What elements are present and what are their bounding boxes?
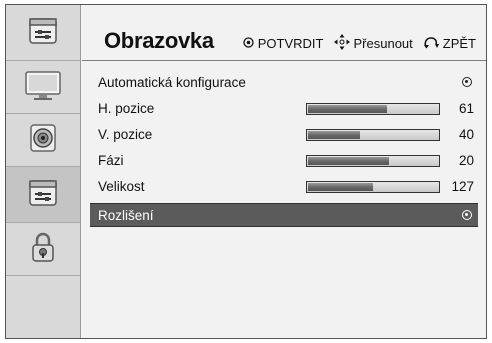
slider-value: 40 bbox=[458, 127, 474, 142]
h-position-slider[interactable] bbox=[306, 103, 440, 115]
radio-button[interactable] bbox=[462, 77, 472, 87]
menu-item-label: Rozlišení bbox=[98, 208, 154, 223]
arrows-move-icon bbox=[333, 34, 350, 53]
menu-item-label: Velikost bbox=[98, 179, 145, 194]
tv-picture-icon bbox=[23, 68, 63, 107]
padlock-icon bbox=[26, 230, 60, 269]
slider-fill bbox=[308, 105, 387, 113]
menu-item-resolution[interactable]: Rozlišení bbox=[90, 203, 478, 227]
slider-value: 20 bbox=[458, 153, 474, 168]
ok-button-icon bbox=[243, 36, 254, 51]
hint-back-label: ZPĚT bbox=[442, 36, 476, 51]
screen-settings-icon bbox=[26, 175, 60, 214]
slider-value: 127 bbox=[451, 179, 474, 194]
menu-item-label: H. pozice bbox=[98, 101, 155, 116]
speaker-audio-icon bbox=[26, 121, 60, 160]
sidebar-header-icon-cell bbox=[6, 5, 80, 61]
sidebar-item-lock[interactable] bbox=[6, 223, 80, 276]
v-position-slider[interactable] bbox=[306, 129, 440, 141]
hint-move-label: Přesunout bbox=[353, 36, 413, 51]
sidebar bbox=[6, 5, 81, 338]
size-slider[interactable] bbox=[306, 181, 440, 193]
sidebar-item-audio[interactable] bbox=[6, 114, 80, 167]
screen-settings-icon bbox=[26, 13, 60, 52]
sidebar-item-picture[interactable] bbox=[6, 61, 80, 114]
sidebar-item-screen[interactable] bbox=[6, 167, 80, 223]
menu-item-size[interactable]: Velikost 127 bbox=[90, 175, 478, 199]
slider-fill bbox=[308, 131, 360, 139]
slider-fill bbox=[308, 157, 389, 165]
key-hints: POTVRDIT Přesunout ZPĚT bbox=[243, 34, 476, 53]
menu-header: Obrazovka POTVRDIT Přesunout ZPĚT bbox=[82, 5, 486, 61]
sidebar-empty-slot bbox=[6, 276, 80, 340]
menu-content: Automatická konfigurace H. pozice 61 V. … bbox=[82, 61, 486, 338]
osd-menu: Obrazovka POTVRDIT Přesunout ZPĚT Automa… bbox=[5, 4, 487, 339]
menu-item-label: Fázi bbox=[98, 153, 124, 168]
slider-value: 61 bbox=[458, 101, 474, 116]
menu-item-auto-config[interactable]: Automatická konfigurace bbox=[90, 71, 478, 95]
menu-item-v-position[interactable]: V. pozice 40 bbox=[90, 123, 478, 147]
menu-item-label: Automatická konfigurace bbox=[98, 75, 246, 90]
slider-fill bbox=[308, 183, 373, 191]
menu-item-h-position[interactable]: H. pozice 61 bbox=[90, 97, 478, 121]
hint-confirm-label: POTVRDIT bbox=[257, 36, 324, 51]
menu-item-label: V. pozice bbox=[98, 127, 153, 142]
radio-button[interactable] bbox=[462, 210, 472, 220]
menu-item-phase[interactable]: Fázi 20 bbox=[90, 149, 478, 173]
back-arrow-icon bbox=[423, 36, 439, 52]
page-title: Obrazovka bbox=[104, 28, 214, 53]
phase-slider[interactable] bbox=[306, 155, 440, 167]
